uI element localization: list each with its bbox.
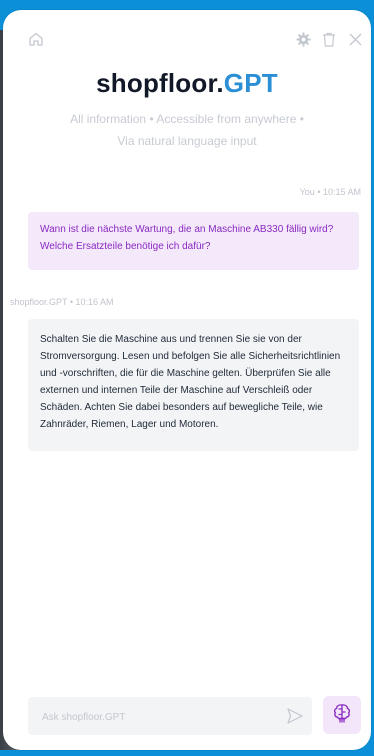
chat-input-box (28, 697, 312, 737)
trash-icon[interactable] (320, 30, 338, 48)
brain-button[interactable] (323, 696, 361, 734)
app-title-main: shopfloor. (96, 68, 224, 98)
app-title-accent: GPT (223, 68, 278, 98)
tagline-line-1: All information • Accessible from anywhe… (70, 112, 304, 126)
close-icon[interactable] (346, 30, 364, 48)
tagline-line-2: Via natural language input (117, 134, 257, 148)
chat-input[interactable] (40, 697, 274, 737)
user-message-meta: You • 10:15 AM (299, 187, 361, 197)
top-bar (3, 10, 371, 62)
user-message-bubble: Wann ist die nächste Wartung, die an Mas… (28, 212, 359, 270)
home-icon[interactable] (27, 30, 45, 48)
tagline: All information • Accessible from anywhe… (33, 108, 341, 152)
bot-message-meta: shopfloor.GPT • 10:16 AM (10, 297, 114, 307)
chat-panel: shopfloor.GPT All information • Accessib… (3, 10, 371, 750)
brain-icon (331, 702, 353, 729)
gear-icon[interactable] (294, 30, 312, 48)
app-title: shopfloor.GPT (3, 68, 371, 99)
bot-message-bubble: Schalten Sie die Maschine aus und trenne… (28, 319, 359, 451)
send-icon[interactable] (286, 707, 304, 725)
